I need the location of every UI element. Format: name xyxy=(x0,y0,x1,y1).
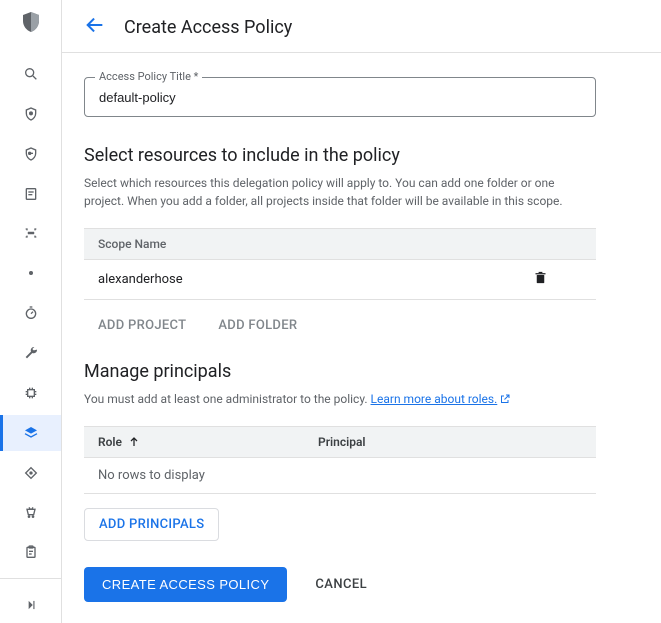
sidebar-item-layers-active[interactable] xyxy=(0,415,61,451)
add-principals-button[interactable]: ADD PRINCIPALS xyxy=(84,508,219,541)
col-role[interactable]: Role xyxy=(98,435,318,449)
content: Access Policy Title * Select resources t… xyxy=(62,53,661,622)
sidebar-item-cart[interactable] xyxy=(0,494,61,530)
sidebar-item-clipboard[interactable] xyxy=(0,534,61,570)
policy-title-input[interactable] xyxy=(99,90,581,105)
add-folder-button[interactable]: ADD FOLDER xyxy=(218,318,297,333)
main: Create Access Policy Access Policy Title… xyxy=(62,0,661,623)
sort-arrow-up-icon xyxy=(128,436,140,448)
resources-description: Select which resources this delegation p… xyxy=(84,174,596,210)
sidebar-item-wrench[interactable] xyxy=(0,335,61,371)
scope-row-name: alexanderhose xyxy=(98,272,533,287)
back-arrow-icon[interactable] xyxy=(84,14,106,40)
sidebar-item-dot[interactable] xyxy=(0,255,61,291)
delete-row-icon[interactable] xyxy=(533,270,582,289)
sidebar-item-perimeter[interactable] xyxy=(0,215,61,251)
cancel-button[interactable]: CANCEL xyxy=(315,577,367,592)
footer-actions: CREATE ACCESS POLICY CANCEL xyxy=(84,567,639,602)
external-link-icon xyxy=(499,393,511,405)
sidebar xyxy=(0,0,62,623)
resources-heading: Select resources to include in the polic… xyxy=(84,145,639,166)
policy-title-field[interactable]: Access Policy Title * xyxy=(84,77,596,117)
principals-empty: No rows to display xyxy=(84,458,596,494)
sidebar-item-shield-key[interactable] xyxy=(0,136,61,172)
principals-table: Role Principal No rows to display xyxy=(84,426,596,494)
resource-actions: ADD PROJECT ADD FOLDER xyxy=(84,308,639,333)
sidebar-item-doc[interactable] xyxy=(0,176,61,212)
create-policy-button[interactable]: CREATE ACCESS POLICY xyxy=(84,567,287,602)
principals-table-header: Role Principal xyxy=(84,426,596,458)
scope-table-header: Scope Name xyxy=(84,229,596,259)
scope-col-name: Scope Name xyxy=(98,237,582,251)
principals-description: You must add at least one administrator … xyxy=(84,390,596,408)
policy-title-label: Access Policy Title * xyxy=(95,70,202,83)
table-row: alexanderhose xyxy=(84,259,596,299)
sidebar-divider xyxy=(0,578,61,579)
sidebar-item-diamond[interactable] xyxy=(0,455,61,491)
sidebar-expand-icon[interactable] xyxy=(0,587,61,623)
learn-more-link[interactable]: Learn more about roles. xyxy=(371,392,512,406)
sidebar-item-shield-outline[interactable] xyxy=(0,96,61,132)
sidebar-item-search[interactable] xyxy=(0,56,61,92)
principals-heading: Manage principals xyxy=(84,361,639,382)
add-project-button[interactable]: ADD PROJECT xyxy=(98,318,186,333)
shield-logo-icon xyxy=(19,10,43,38)
page-title: Create Access Policy xyxy=(124,17,292,38)
principals-description-text: You must add at least one administrator … xyxy=(84,392,371,406)
sidebar-item-timer[interactable] xyxy=(0,295,61,331)
sidebar-item-chip[interactable] xyxy=(0,375,61,411)
scope-table: Scope Name alexanderhose xyxy=(84,228,596,300)
header: Create Access Policy xyxy=(62,0,661,53)
col-principal[interactable]: Principal xyxy=(318,435,582,449)
col-role-label: Role xyxy=(98,435,122,449)
